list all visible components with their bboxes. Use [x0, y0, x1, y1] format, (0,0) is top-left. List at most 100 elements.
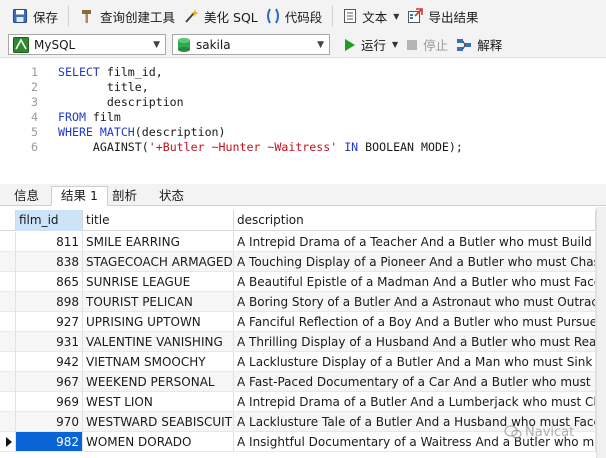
cell-description[interactable]: A Thrilling Display of a Husband And a B… — [234, 332, 596, 352]
column-header-title[interactable]: title — [83, 210, 234, 231]
cell-film-id[interactable]: 898 — [16, 292, 83, 312]
cell-film-id[interactable]: 967 — [16, 372, 83, 392]
cell-description[interactable]: A Boring Story of a Butler And a Astrona… — [234, 292, 596, 312]
cell-description[interactable]: A Lacklusture Display of a Butler And a … — [234, 352, 596, 372]
row-indicator[interactable] — [0, 232, 16, 252]
row-indicator[interactable] — [0, 312, 16, 332]
save-icon — [12, 8, 28, 24]
watermark-text: Navicat — [525, 424, 575, 440]
cell-film-id[interactable]: 970 — [16, 412, 83, 432]
row-indicator[interactable] — [0, 292, 16, 312]
column-header-film-id[interactable]: film_id — [16, 210, 83, 231]
cell-film-id[interactable]: 942 — [16, 352, 83, 372]
cell-title[interactable]: WESTWARD SEABISCUIT — [83, 412, 234, 432]
cell-description[interactable]: A Intrepid Drama of a Butler And a Lumbe… — [234, 392, 596, 412]
cell-description[interactable]: A Fast-Paced Documentary of a Car And a … — [234, 372, 596, 392]
line-number: 4 — [31, 110, 38, 124]
table-row[interactable]: 865 SUNRISE LEAGUE A Beautiful Epistle of … — [0, 272, 606, 292]
table-row[interactable]: 942 VIETNAM SMOOCHY A Lacklusture Display … — [0, 352, 606, 372]
cell-title[interactable]: WEEKEND PERSONAL — [83, 372, 234, 392]
row-indicator[interactable] — [0, 272, 16, 292]
tab-status[interactable]: 状态 — [149, 186, 194, 206]
code-text: WHERE MATCH(description) — [58, 125, 226, 140]
stop-label: 停止 — [423, 38, 449, 53]
cell-title[interactable]: VALENTINE VANISHING — [83, 332, 234, 352]
code-text: description — [58, 95, 184, 110]
table-row[interactable]: 898 TOURIST PELICAN A Boring Story of a Bu… — [0, 292, 606, 312]
chevron-down-icon: ▼ — [317, 39, 324, 50]
query-builder-label: 查询创建工具 — [100, 9, 176, 25]
stop-button[interactable]: 停止 — [402, 33, 452, 57]
cell-film-id[interactable]: 982 — [16, 432, 83, 452]
beautify-sql-label: 美化 SQL — [204, 9, 258, 25]
code-snippet-label: 代码段 — [284, 9, 323, 25]
cell-film-id[interactable]: 969 — [16, 392, 83, 412]
sql-text: (description) — [134, 125, 226, 139]
table-row[interactable]: 969 WEST LION A Intrepid Drama of a Butler… — [0, 392, 606, 412]
run-label: 运行 — [361, 38, 387, 53]
sql-text: BOOLEAN MODE); — [358, 140, 463, 154]
line-number: 1 — [31, 65, 38, 79]
chevron-down-icon: ▼ — [393, 11, 400, 21]
tab-result-1[interactable]: 结果 1 — [51, 186, 108, 206]
chevron-down-icon: ▼ — [392, 40, 399, 49]
code-snippet-button[interactable]: 代码段 — [262, 4, 327, 28]
row-indicator[interactable] — [0, 352, 16, 372]
explain-button[interactable]: 解释 — [452, 33, 506, 57]
cell-title[interactable]: WEST LION — [83, 392, 234, 412]
database-icon — [177, 37, 191, 53]
table-row[interactable]: 967 WEEKEND PERSONAL A Fast-Paced Document… — [0, 372, 606, 392]
table-row[interactable]: 927 UPRISING UPTOWN A Fanciful Reflection … — [0, 312, 606, 332]
chevron-down-icon: ▼ — [153, 39, 160, 50]
save-label: 保存 — [33, 9, 59, 25]
tab-info[interactable]: 信息 — [4, 186, 49, 206]
export-results-button[interactable]: 导出结果 — [403, 4, 482, 28]
cell-title[interactable]: SUNRISE LEAGUE — [83, 272, 234, 292]
query-builder-button[interactable]: 查询创建工具 — [75, 4, 179, 28]
current-row-arrow-icon — [6, 437, 12, 447]
cell-film-id[interactable]: 838 — [16, 252, 83, 272]
result-tabbar: 信息 结果 1 剖析 状态 — [0, 184, 606, 206]
cell-title[interactable]: TOURIST PELICAN — [83, 292, 234, 312]
row-indicator[interactable] — [0, 432, 16, 452]
code-text: AGAINST('+Butler ~Hunter ~Waitress' IN B… — [58, 140, 463, 155]
run-controls: 运行 ▼ 停止 解释 — [340, 33, 506, 57]
line-number: 5 — [31, 125, 38, 139]
cell-title[interactable]: STAGECOACH ARMAGEDDON — [83, 252, 234, 272]
cell-film-id[interactable]: 811 — [16, 232, 83, 252]
row-indicator[interactable] — [0, 372, 16, 392]
line-number: 3 — [31, 95, 38, 109]
cell-title[interactable]: UPRISING UPTOWN — [83, 312, 234, 332]
cell-description[interactable]: A Intrepid Drama of a Teacher And a Butl… — [234, 232, 596, 252]
vertical-scrollbar[interactable] — [596, 207, 606, 458]
cell-title[interactable]: SMILE EARRING — [83, 232, 234, 252]
save-button[interactable]: 保存 — [8, 4, 62, 28]
cell-film-id[interactable]: 927 — [16, 312, 83, 332]
row-indicator[interactable] — [0, 392, 16, 412]
cell-film-id[interactable]: 931 — [16, 332, 83, 352]
cell-title[interactable]: VIETNAM SMOOCHY — [83, 352, 234, 372]
run-button[interactable]: 运行 ▼ — [340, 33, 402, 57]
sql-keyword: FROM — [58, 110, 86, 124]
result-grid[interactable]: film_id title description 811 SMILE EARRI… — [0, 207, 606, 458]
cell-film-id[interactable]: 865 — [16, 272, 83, 292]
cell-description[interactable]: A Fanciful Reflection of a Boy And a But… — [234, 312, 596, 332]
cell-description[interactable]: A Touching Display of a Pioneer And a Bu… — [234, 252, 596, 272]
table-row[interactable]: 811 SMILE EARRING A Intrepid Drama of a Te… — [0, 232, 606, 252]
sql-editor[interactable]: 1 SELECT film_id, 2 title, 3 description 4 FR… — [0, 59, 606, 179]
row-indicator[interactable] — [0, 332, 16, 352]
cell-title[interactable]: WOMEN DORADO — [83, 432, 234, 452]
row-indicator[interactable] — [0, 252, 16, 272]
table-row[interactable]: 931 VALENTINE VANISHING A Thrilling Displa… — [0, 332, 606, 352]
row-indicator[interactable] — [0, 412, 16, 432]
table-row[interactable]: 838STAGECOACH ARMAGEDDONA Touching Displ… — [0, 252, 606, 272]
text-menu-button[interactable]: 文本 ▼ — [339, 4, 403, 28]
cell-description[interactable]: A Beautiful Epistle of a Madman And a Bu… — [234, 272, 596, 292]
beautify-sql-button[interactable]: 美化 SQL — [179, 4, 262, 28]
tab-profile[interactable]: 剖析 — [102, 186, 147, 206]
explain-icon — [456, 37, 472, 53]
connection-select[interactable]: MySQL ▼ — [8, 34, 166, 55]
column-header-description[interactable]: description — [234, 210, 596, 231]
database-select[interactable]: sakila ▼ — [172, 34, 330, 55]
chat-icon — [504, 425, 522, 439]
